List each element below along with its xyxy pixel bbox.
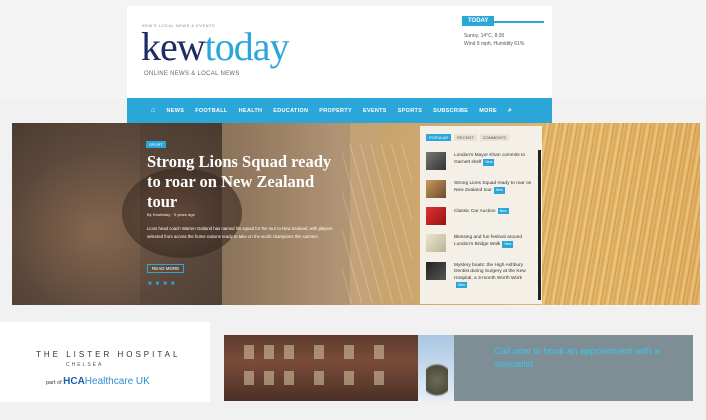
building-window [344,345,354,359]
email-icon[interactable]: ■ [171,281,175,287]
new-badge: New [493,187,505,194]
widget-thumbnail [426,152,446,170]
nav-item-property[interactable]: PROPERTY [319,108,352,114]
nav-item-sports[interactable]: SPORTS [398,108,422,114]
hero-whiskers [342,143,412,303]
photo-tree [426,359,448,401]
new-badge: New [502,241,514,248]
lister-hospital-name: THE LISTER HOSPITAL [36,350,181,359]
hero-meta: By Kewtoday · 3 years ago [147,212,195,217]
building-window [244,345,254,359]
widget-scrollbar[interactable] [538,150,541,300]
nav-item-more[interactable]: MORE [479,108,497,114]
widget-item[interactable]: Classic Car Auction New [426,207,536,229]
new-badge: New [456,281,468,289]
building-window [314,371,324,385]
building-window [244,371,254,385]
google-plus-icon[interactable]: ■ [163,281,167,287]
nav-item-subscribe[interactable]: SUBSCRIBE [433,108,468,114]
logo-kew: kew [141,24,206,69]
nav-item-events[interactable]: EVENTS [363,108,387,114]
lister-hospital-ad[interactable] [0,322,210,402]
widget-tabs: POPULAR RECENT COMMENTS [426,134,509,141]
widget-item-text: Blessing and fun festival around London'… [454,235,534,249]
tab-recent[interactable]: RECENT [454,134,477,141]
widget-item-title: Strong Lions Squad ready to roar on New … [454,181,532,194]
new-badge: New [483,159,495,166]
facebook-icon[interactable]: ■ [148,281,152,287]
appointment-cta-text: Call now to book an appointment with a s… [494,346,660,370]
nav-item-health[interactable]: HEALTH [239,108,263,114]
logo-today: today [204,24,290,69]
part-of-label: part of [46,380,62,386]
building-window [314,345,324,359]
main-nav: ⌂ NEWS FOOTBALL HEALTH EDUCATION PROPERT… [127,98,552,123]
widget-item-text: Classic Car Auction New [454,208,534,215]
hca-logo: part of HCAHealthcare UK [46,376,150,387]
search-icon[interactable]: ⌕ [508,107,512,115]
tab-popular[interactable]: POPULAR [426,134,452,141]
lister-hospital-location: CHELSEA [66,362,104,368]
nav-item-education[interactable]: EDUCATION [273,108,308,114]
nav-item-news[interactable]: NEWS [167,108,185,114]
building-window [374,345,384,359]
weather-line-2: Wind 9 mph, Humidity 61% [464,41,525,47]
hospital-building-photo[interactable] [224,335,454,401]
site-logo[interactable]: kewtoday [141,24,290,69]
widget-item-title: Classic Car Auction [454,209,496,214]
new-badge: New [497,208,509,215]
widget-thumbnail [426,234,446,252]
hero-category-tag[interactable]: SPORT [146,141,166,148]
nav-item-football[interactable]: FOOTBALL [195,108,227,114]
building-window [374,371,384,385]
tab-comments[interactable]: COMMENTS [479,134,509,141]
building-window [284,371,294,385]
widget-item[interactable]: London's Mayor Khan commits to Garnett s… [426,152,536,174]
widget-item-text: London's Mayor Khan commits to Garnett s… [454,153,534,167]
healthcare-text: Healthcare UK [84,376,150,387]
building-window [264,345,274,359]
hca-text: HCA [63,376,85,387]
widget-item-text: Mystery boats: the High Ashbury Dentist … [454,263,534,289]
widget-item[interactable]: Blessing and fun festival around London'… [426,234,536,256]
widget-item-title: Mystery boats: the High Ashbury Dentist … [454,263,526,281]
weather-info: Sunny, 14°C, 8:30 Wind 9 mph, Humidity 6… [464,32,524,48]
hero-mane [542,123,700,305]
building-window [344,371,354,385]
weather-line-1: Sunny, 14°C, 8:30 [464,33,505,39]
share-icons: ■ ■ ■ ■ [148,281,175,287]
widget-thumbnail [426,262,446,280]
widget-item-text: Strong Lions Squad ready to roar on New … [454,181,534,195]
widget-item[interactable]: Strong Lions Squad ready to roar on New … [426,180,536,202]
home-icon[interactable]: ⌂ [151,107,156,114]
read-more-button[interactable]: READ MORE [147,264,185,273]
widget-thumbnail [426,180,446,198]
building-window [284,345,294,359]
widget-item[interactable]: Mystery boats: the High Ashbury Dentist … [426,262,536,302]
today-rule [492,21,544,23]
hero-excerpt: Lions head coach Warren Gatland has name… [147,226,333,239]
building-window [264,371,274,385]
hero-image[interactable] [12,123,700,305]
twitter-icon[interactable]: ■ [156,281,160,287]
widget-thumbnail [426,207,446,225]
today-badge: TODAY [462,16,495,26]
logo-subtitle: ONLINE NEWS & LOCAL NEWS [144,71,240,77]
hero-title[interactable]: Strong Lions Squad ready to roar on New … [147,152,342,212]
